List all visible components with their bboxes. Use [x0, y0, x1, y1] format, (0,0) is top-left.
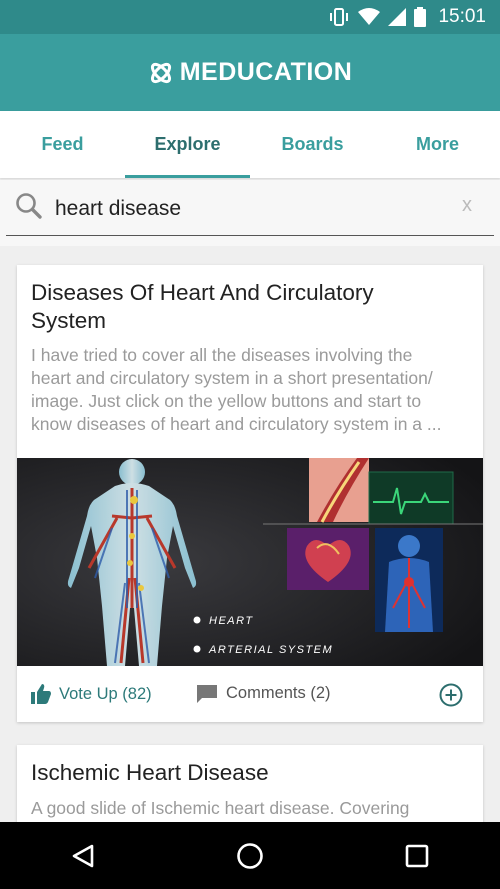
card-description: A good slide of Ischemic heart disease. …: [31, 798, 410, 818]
status-bar: 15:01: [0, 0, 500, 34]
add-to-board-icon[interactable]: [439, 683, 463, 707]
search-icon: [16, 193, 42, 219]
signal-icon: [388, 8, 407, 26]
vote-up-label: Vote Up (82): [59, 684, 152, 703]
recents-icon: [405, 844, 428, 867]
image-label-arterial: ARTERIAL SYSTEM: [208, 644, 333, 656]
meducation-logo-icon: [150, 62, 171, 83]
card-description-line: image. Just click on the yellow buttons …: [31, 391, 422, 411]
comment-icon: [197, 684, 217, 703]
home-icon: [237, 842, 263, 869]
clear-search-button[interactable]: x: [462, 194, 472, 217]
tab-explore[interactable]: Explore: [125, 111, 250, 178]
tab-bar: Feed Explore Boards More: [0, 111, 500, 178]
comments-label: Comments (2): [226, 684, 331, 702]
home-button[interactable]: [210, 822, 290, 889]
card-title-line: System: [31, 308, 107, 333]
vibrate-icon: [330, 8, 349, 26]
anatomy-illustration: HEART ARTERIAL SYSTEM: [17, 458, 483, 666]
thumbs-up-icon: [31, 684, 51, 704]
card-description: I have tried to cover all the diseases i…: [31, 344, 469, 436]
card-description-line: know diseases of heart and circulatory s…: [31, 414, 442, 434]
recents-button[interactable]: [377, 822, 457, 889]
tab-boards[interactable]: Boards: [250, 111, 375, 178]
card-title[interactable]: Ischemic Heart Disease: [31, 759, 469, 787]
status-icons: 15:01: [328, 6, 486, 28]
image-label-heart: HEART: [209, 615, 254, 627]
card-title-line: Diseases Of Heart And Circulatory: [31, 280, 374, 305]
comments-button[interactable]: Comments (2): [197, 684, 331, 703]
search-input[interactable]: [55, 194, 445, 224]
card-description-line: heart and circulatory system in a short …: [31, 368, 433, 388]
card-image[interactable]: HEART ARTERIAL SYSTEM: [17, 458, 483, 666]
brand-name: MEDUCATION: [179, 58, 353, 86]
system-nav-bar: [0, 822, 500, 889]
vote-up-button[interactable]: Vote Up (82): [31, 684, 152, 704]
card-actions: Vote Up (82) Comments (2): [17, 666, 483, 722]
wifi-icon: [358, 8, 381, 25]
status-time: 15:01: [438, 6, 486, 27]
card-title[interactable]: Diseases Of Heart And Circulatory System: [31, 279, 469, 335]
back-icon: [73, 844, 94, 867]
tab-feed[interactable]: Feed: [0, 111, 125, 178]
battery-icon: [414, 7, 427, 27]
search-underline: [6, 235, 494, 236]
result-card[interactable]: Diseases Of Heart And Circulatory System…: [17, 265, 483, 722]
card-description-line: I have tried to cover all the diseases i…: [31, 345, 413, 365]
tab-more[interactable]: More: [375, 111, 500, 178]
brand: MEDUCATION: [148, 58, 353, 87]
back-button[interactable]: [43, 822, 123, 889]
app-bar: MEDUCATION: [0, 34, 500, 111]
